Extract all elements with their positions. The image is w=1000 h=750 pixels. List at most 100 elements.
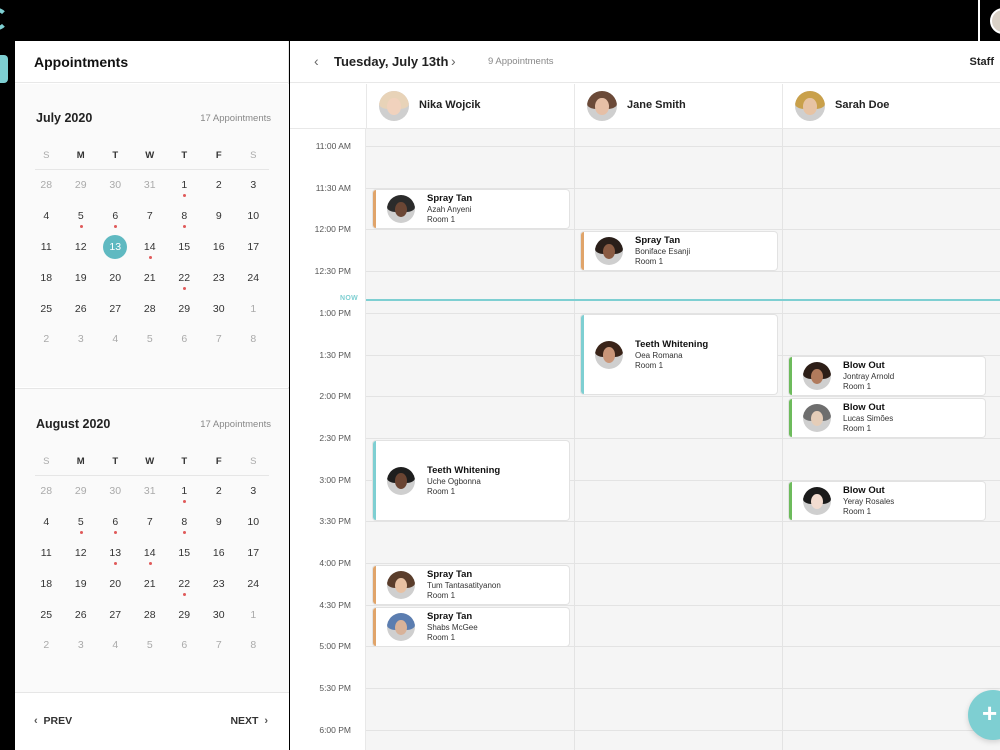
calendar-day[interactable]: 5 xyxy=(133,632,168,658)
appointment-card[interactable]: Blow Out Yeray Rosales Room 1 xyxy=(789,482,985,520)
calendar-day[interactable]: 23 xyxy=(202,571,237,597)
next-day-button[interactable]: › xyxy=(451,53,456,69)
calendar-day[interactable]: 5 xyxy=(64,203,99,229)
app-logo-icon[interactable] xyxy=(0,8,8,30)
calendar-day[interactable]: 1 xyxy=(236,296,271,322)
appointment-card[interactable]: Teeth Whitening Oea Romana Room 1 xyxy=(581,315,777,394)
calendar-day[interactable]: 11 xyxy=(29,540,64,566)
calendar-day[interactable]: 2 xyxy=(202,478,237,504)
prev-month-button[interactable]: ‹ PREV xyxy=(34,715,72,727)
calendar-day[interactable]: 7 xyxy=(202,632,237,658)
calendar-day[interactable]: 2 xyxy=(29,326,64,352)
calendar-day[interactable]: 19 xyxy=(64,265,99,291)
next-month-button[interactable]: NEXT › xyxy=(230,715,268,727)
calendar-day[interactable]: 5 xyxy=(133,326,168,352)
selected-day[interactable]: 13 xyxy=(98,234,133,260)
calendar-day[interactable]: 27 xyxy=(98,602,133,628)
calendar-day[interactable]: 5 xyxy=(64,509,99,535)
calendar-day[interactable]: 4 xyxy=(98,632,133,658)
calendar-day[interactable]: 23 xyxy=(202,265,237,291)
calendar-day[interactable]: 8 xyxy=(167,509,202,535)
calendar-day[interactable]: 25 xyxy=(29,296,64,322)
calendar-day[interactable]: 24 xyxy=(236,571,271,597)
calendar-day[interactable]: 9 xyxy=(202,509,237,535)
calendar-day[interactable]: 28 xyxy=(29,478,64,504)
calendar-day[interactable]: 15 xyxy=(167,540,202,566)
calendar-day[interactable]: 30 xyxy=(202,296,237,322)
appointment-card[interactable]: Teeth Whitening Uche Ogbonna Room 1 xyxy=(373,441,569,520)
calendar-day[interactable]: 7 xyxy=(133,203,168,229)
calendar-day[interactable]: 11 xyxy=(29,234,64,260)
calendar-day[interactable]: 20 xyxy=(98,265,133,291)
appointment-card[interactable]: Blow Out Jontray Arnold Room 1 xyxy=(789,357,985,395)
appointment-card[interactable]: Blow Out Lucas Simões Room 1 xyxy=(789,399,985,437)
calendar-day[interactable]: 21 xyxy=(133,265,168,291)
staff-filter-button[interactable]: Staff xyxy=(970,56,994,68)
calendar-day[interactable]: 26 xyxy=(64,296,99,322)
user-avatar[interactable] xyxy=(990,8,1000,34)
calendar-day[interactable]: 12 xyxy=(64,540,99,566)
calendar-day[interactable]: 30 xyxy=(98,172,133,198)
calendar-day[interactable]: 30 xyxy=(98,478,133,504)
calendar-day[interactable]: 29 xyxy=(167,296,202,322)
calendar-day[interactable]: 26 xyxy=(64,602,99,628)
calendar-day[interactable]: 30 xyxy=(202,602,237,628)
calendar-day[interactable]: 18 xyxy=(29,571,64,597)
calendar-day[interactable]: 14 xyxy=(133,234,168,260)
calendar-day[interactable]: 2 xyxy=(29,632,64,658)
calendar-day[interactable]: 3 xyxy=(236,478,271,504)
calendar-day[interactable]: 1 xyxy=(236,602,271,628)
calendar-day[interactable]: 31 xyxy=(133,478,168,504)
calendar-day[interactable]: 8 xyxy=(236,326,271,352)
calendar-day[interactable]: 6 xyxy=(167,326,202,352)
calendar-day[interactable]: 8 xyxy=(167,203,202,229)
calendar-day[interactable]: 7 xyxy=(202,326,237,352)
calendar-day[interactable]: 10 xyxy=(236,509,271,535)
calendar-day[interactable]: 17 xyxy=(236,540,271,566)
calendar-day[interactable]: 22 xyxy=(167,265,202,291)
calendar-day[interactable]: 18 xyxy=(29,265,64,291)
appointment-card[interactable]: Spray Tan Boniface Esanji Room 1 xyxy=(581,232,777,270)
staff-column-header[interactable]: Nika Wojcik xyxy=(366,84,574,129)
calendar-day[interactable]: 29 xyxy=(64,478,99,504)
calendar-day[interactable]: 22 xyxy=(167,571,202,597)
calendar-day[interactable]: 29 xyxy=(167,602,202,628)
calendar-day[interactable]: 28 xyxy=(133,602,168,628)
calendar-day[interactable]: 17 xyxy=(236,234,271,260)
calendar-day[interactable]: 3 xyxy=(236,172,271,198)
appointment-card[interactable]: Spray Tan Shabs McGee Room 1 xyxy=(373,608,569,646)
calendar-day[interactable]: 25 xyxy=(29,602,64,628)
calendar-day[interactable]: 16 xyxy=(202,540,237,566)
staff-column-header[interactable]: Jane Smith xyxy=(574,84,782,129)
calendar-day[interactable]: 8 xyxy=(236,632,271,658)
calendar-day[interactable]: 3 xyxy=(64,326,99,352)
calendar-day[interactable]: 21 xyxy=(133,571,168,597)
calendar-day[interactable]: 19 xyxy=(64,571,99,597)
calendar-day[interactable]: 3 xyxy=(64,632,99,658)
prev-day-button[interactable]: ‹ xyxy=(314,53,319,69)
calendar-day[interactable]: 6 xyxy=(98,203,133,229)
calendar-day[interactable]: 12 xyxy=(64,234,99,260)
calendar-day[interactable]: 28 xyxy=(133,296,168,322)
calendar-day[interactable]: 4 xyxy=(29,203,64,229)
calendar-day[interactable]: 6 xyxy=(167,632,202,658)
calendar-day[interactable]: 10 xyxy=(236,203,271,229)
appointment-card[interactable]: Spray Tan Tum Tantasatityanon Room 1 xyxy=(373,566,569,604)
calendar-day[interactable]: 9 xyxy=(202,203,237,229)
calendar-day[interactable]: 13 xyxy=(98,540,133,566)
calendar-day[interactable]: 2 xyxy=(202,172,237,198)
calendar-day[interactable]: 24 xyxy=(236,265,271,291)
calendar-day[interactable]: 27 xyxy=(98,296,133,322)
calendar-day[interactable]: 14 xyxy=(133,540,168,566)
calendar-day[interactable]: 31 xyxy=(133,172,168,198)
calendar-day[interactable]: 7 xyxy=(133,509,168,535)
staff-column-header[interactable]: Sarah Doe xyxy=(782,84,990,129)
nav-rail-active-tab[interactable] xyxy=(0,55,8,83)
appointment-card[interactable]: Spray Tan Azah Anyeni Room 1 xyxy=(373,190,569,228)
calendar-day[interactable]: 6 xyxy=(98,509,133,535)
calendar-day[interactable]: 29 xyxy=(64,172,99,198)
calendar-day[interactable]: 4 xyxy=(98,326,133,352)
calendar-day[interactable]: 20 xyxy=(98,571,133,597)
calendar-day[interactable]: 1 xyxy=(167,172,202,198)
calendar-day[interactable]: 15 xyxy=(167,234,202,260)
